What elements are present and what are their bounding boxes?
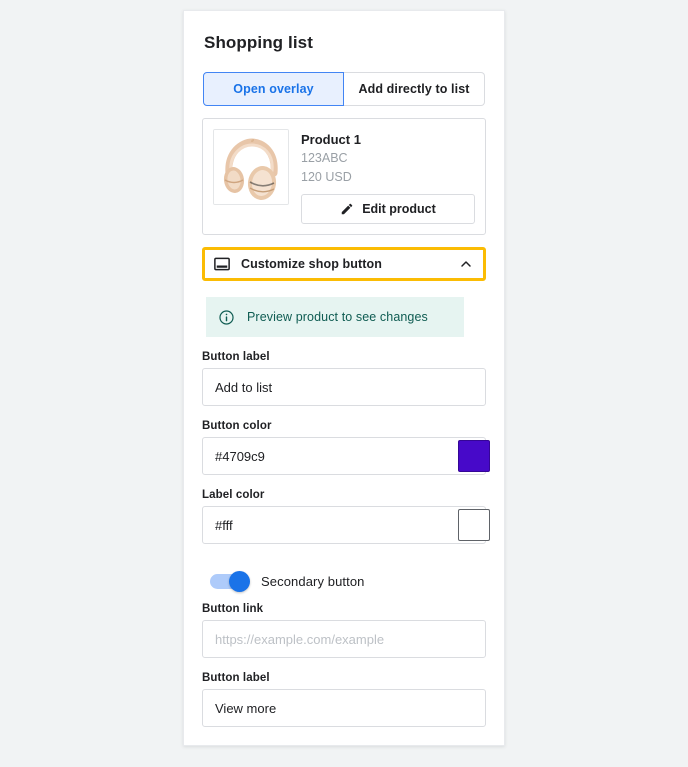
button-link-label: Button link (202, 603, 264, 615)
secondary-button-label-input[interactable] (202, 689, 486, 727)
info-icon (219, 309, 234, 325)
tab-open-overlay[interactable]: Open overlay (203, 72, 344, 106)
mode-tab-group: Open overlay Add directly to list (202, 72, 486, 106)
secondary-button-toggle[interactable] (210, 570, 250, 592)
pencil-icon (341, 203, 353, 215)
button-color-label: Button color (202, 420, 272, 432)
tab-add-directly-to-list[interactable]: Add directly to list (344, 72, 485, 106)
label-color-label: Label color (202, 489, 265, 501)
field-label-color: Label color (202, 489, 490, 544)
label-color-swatch[interactable] (458, 509, 490, 541)
secondary-button-toggle-row: Secondary button (210, 570, 486, 592)
preview-info-text: Preview product to see changes (247, 310, 428, 324)
button-label-label: Button label (202, 351, 270, 363)
screen: Shopping list Open overlay Add directly … (0, 0, 688, 767)
label-color-input[interactable] (202, 506, 486, 544)
product-details: Product 1 123ABC 120 USD Edit product (301, 129, 475, 224)
browser-window-icon (214, 257, 230, 271)
button-label-input[interactable] (202, 368, 486, 406)
shopping-list-panel: Shopping list Open overlay Add directly … (183, 10, 505, 746)
product-thumbnail (213, 129, 289, 205)
edit-product-label: Edit product (362, 202, 436, 216)
edit-product-button[interactable]: Edit product (301, 194, 475, 224)
secondary-button-toggle-label: Secondary button (261, 574, 365, 589)
tab-open-overlay-label: Open overlay (233, 82, 314, 96)
field-button-label: Button label (202, 351, 486, 406)
toggle-knob (229, 570, 250, 592)
tab-add-directly-to-list-label: Add directly to list (358, 82, 470, 96)
page-title: Shopping list (204, 33, 313, 52)
preview-info-banner: Preview product to see changes (206, 297, 464, 337)
product-card: Product 1 123ABC 120 USD Edit product (202, 118, 486, 235)
product-price: 120 USD (301, 170, 352, 184)
button-color-input[interactable] (202, 437, 486, 475)
field-button-color: Button color (202, 420, 490, 475)
customize-shop-button-accordion[interactable]: Customize shop button (202, 247, 486, 281)
chevron-up-icon[interactable] (458, 256, 474, 272)
button-color-swatch[interactable] (458, 440, 490, 472)
product-sku: 123ABC (301, 151, 348, 165)
field-button-link: Button link (202, 603, 486, 658)
field-secondary-button-label: Button label (202, 672, 486, 727)
headphones-image (214, 130, 288, 204)
accordion-title: Customize shop button (241, 257, 382, 271)
secondary-button-label-label: Button label (202, 672, 270, 684)
product-name: Product 1 (301, 132, 361, 147)
button-link-input[interactable] (202, 620, 486, 658)
